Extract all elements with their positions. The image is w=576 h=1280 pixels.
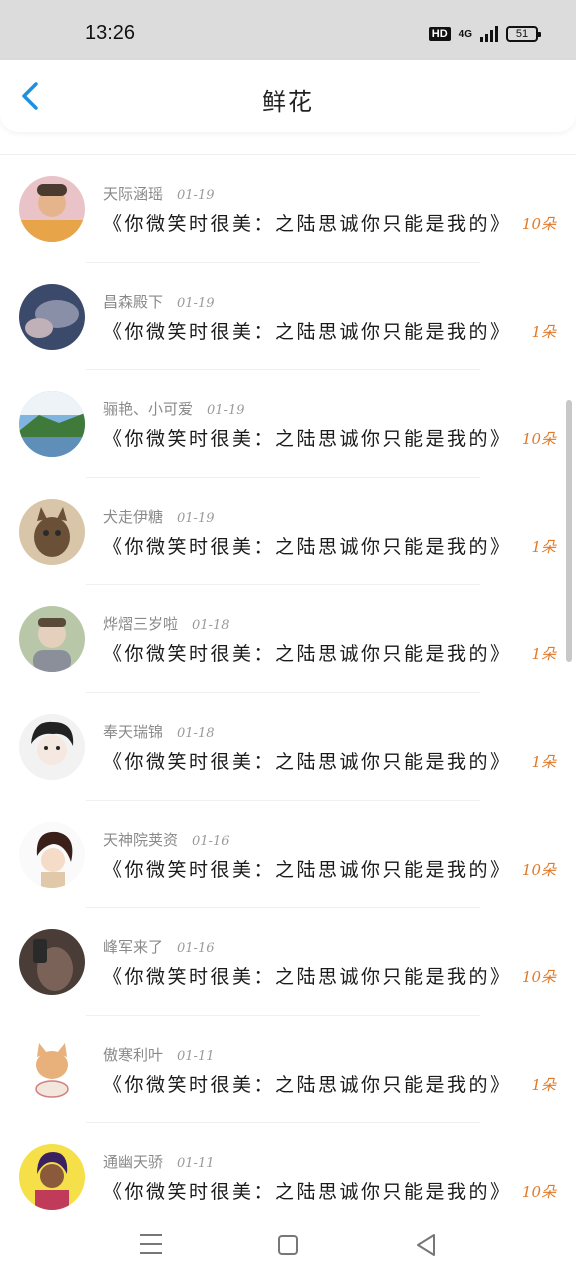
avatar[interactable] xyxy=(19,929,85,996)
flower-count: 1朵 xyxy=(531,645,556,664)
home-icon[interactable] xyxy=(278,1235,298,1255)
avatar[interactable] xyxy=(19,1144,85,1211)
avatar-image xyxy=(19,283,85,350)
avatar-image xyxy=(19,929,85,996)
user-name[interactable]: 奉天瑞锦 xyxy=(103,723,163,741)
flower-count: 1朵 xyxy=(531,322,556,341)
list-item[interactable]: 天际涵瑶 01-19 《你微笑时很美：之陆思诚你只能是我的》 10朵 xyxy=(0,155,576,263)
gift-date: 01-18 xyxy=(192,618,230,634)
user-name[interactable]: 天际涵瑶 xyxy=(103,185,163,203)
avatar[interactable] xyxy=(19,391,85,458)
signal-icon xyxy=(480,26,498,42)
avatar-image xyxy=(19,606,85,673)
avatar-image xyxy=(19,1144,85,1211)
avatar[interactable] xyxy=(19,283,85,350)
list-item[interactable]: 烨熠三岁啦 01-18 《你微笑时很美：之陆思诚你只能是我的》 1朵 xyxy=(0,585,576,693)
user-name[interactable]: 通幽天骄 xyxy=(103,1153,163,1171)
avatar-image xyxy=(19,713,85,780)
avatar[interactable] xyxy=(19,1036,85,1103)
flower-list: 天际涵瑶 01-19 《你微笑时很美：之陆思诚你只能是我的》 10朵 昌森殿下 01… xyxy=(0,154,576,1231)
hd-icon: HD xyxy=(428,27,451,41)
gift-date: 01-11 xyxy=(177,1048,215,1064)
list-item[interactable]: 犬走伊糖 01-19 《你微笑时很美：之陆思诚你只能是我的》 1朵 xyxy=(0,478,576,586)
avatar[interactable] xyxy=(19,606,85,673)
list-item[interactable]: 傲寒利叶 01-11 《你微笑时很美：之陆思诚你只能是我的》 1朵 xyxy=(0,1016,576,1124)
gift-date: 01-19 xyxy=(177,188,215,203)
book-title: 《你微笑时很美：之陆思诚你只能是我的》 xyxy=(103,858,512,881)
avatar-image xyxy=(19,1036,85,1103)
gift-date: 01-18 xyxy=(177,725,215,741)
gift-date: 01-19 xyxy=(207,403,245,419)
book-title: 《你微笑时很美：之陆思诚你只能是我的》 xyxy=(103,1181,512,1204)
list-item[interactable]: 峰军来了 01-16 《你微笑时很美：之陆思诚你只能是我的》 10朵 xyxy=(0,908,576,1016)
avatar-image xyxy=(19,821,85,888)
user-name[interactable]: 犬走伊糖 xyxy=(103,508,163,526)
gift-date: 01-19 xyxy=(177,510,215,526)
flower-count: 10朵 xyxy=(521,1183,556,1202)
user-name[interactable]: 烨熠三岁啦 xyxy=(103,615,178,633)
book-title: 《你微笑时很美：之陆思诚你只能是我的》 xyxy=(103,535,512,558)
book-title: 《你微笑时很美：之陆思诚你只能是我的》 xyxy=(103,1073,512,1096)
user-name[interactable]: 傲寒利叶 xyxy=(103,1046,163,1064)
page-title: 鲜花 xyxy=(262,88,314,116)
flower-count: 10朵 xyxy=(521,860,556,879)
flower-count: 10朵 xyxy=(521,215,556,233)
status-icons: HD 4G 51 xyxy=(428,26,541,42)
list-item[interactable]: 骊艳、小可爱 01-19 《你微笑时很美：之陆思诚你只能是我的》 10朵 xyxy=(0,370,576,478)
list-item[interactable]: 昌森殿下 01-19 《你微笑时很美：之陆思诚你只能是我的》 1朵 xyxy=(0,263,576,371)
user-name[interactable]: 峰军来了 xyxy=(103,938,163,956)
app-header: 鲜花 xyxy=(0,60,576,132)
avatar[interactable] xyxy=(19,498,85,565)
gift-date: 01-11 xyxy=(177,1156,215,1172)
scrollbar[interactable] xyxy=(566,400,572,662)
avatar-image xyxy=(19,391,85,458)
list-item[interactable]: 奉天瑞锦 01-18 《你微笑时很美：之陆思诚你只能是我的》 1朵 xyxy=(0,693,576,801)
flower-count: 1朵 xyxy=(531,752,556,771)
status-bar: 13:26 HD 4G 51 xyxy=(0,0,576,60)
book-title: 《你微笑时很美：之陆思诚你只能是我的》 xyxy=(103,750,512,773)
user-name[interactable]: 天神院荚资 xyxy=(103,831,178,849)
flower-count: 10朵 xyxy=(521,968,556,987)
book-title: 《你微笑时很美：之陆思诚你只能是我的》 xyxy=(103,643,512,666)
user-name[interactable]: 骊艳、小可爱 xyxy=(103,400,193,418)
book-title: 《你微笑时很美：之陆思诚你只能是我的》 xyxy=(103,966,512,989)
gift-date: 01-16 xyxy=(177,941,215,957)
book-title: 《你微笑时很美：之陆思诚你只能是我的》 xyxy=(103,213,512,235)
gift-date: 01-19 xyxy=(177,295,215,311)
menu-icon[interactable] xyxy=(140,1234,162,1256)
status-time: 13:26 xyxy=(85,22,136,44)
flower-count: 1朵 xyxy=(531,1075,556,1094)
battery-icon: 51 xyxy=(506,26,541,42)
list-item[interactable]: 天神院荚资 01-16 《你微笑时很美：之陆思诚你只能是我的》 10朵 xyxy=(0,801,576,909)
avatar-image xyxy=(19,176,85,242)
flower-count: 1朵 xyxy=(531,537,556,556)
avatar[interactable] xyxy=(19,821,85,888)
book-title: 《你微笑时很美：之陆思诚你只能是我的》 xyxy=(103,428,512,451)
flower-count: 10朵 xyxy=(521,430,556,449)
back-triangle-icon[interactable] xyxy=(414,1232,438,1258)
avatar[interactable] xyxy=(19,713,85,780)
avatar[interactable] xyxy=(19,176,85,242)
system-nav-bar xyxy=(0,1214,576,1280)
gift-date: 01-16 xyxy=(192,833,230,849)
user-name[interactable]: 昌森殿下 xyxy=(103,293,163,311)
network-type: 4G xyxy=(458,28,472,40)
book-title: 《你微笑时很美：之陆思诚你只能是我的》 xyxy=(103,320,512,343)
avatar-image xyxy=(19,498,85,565)
